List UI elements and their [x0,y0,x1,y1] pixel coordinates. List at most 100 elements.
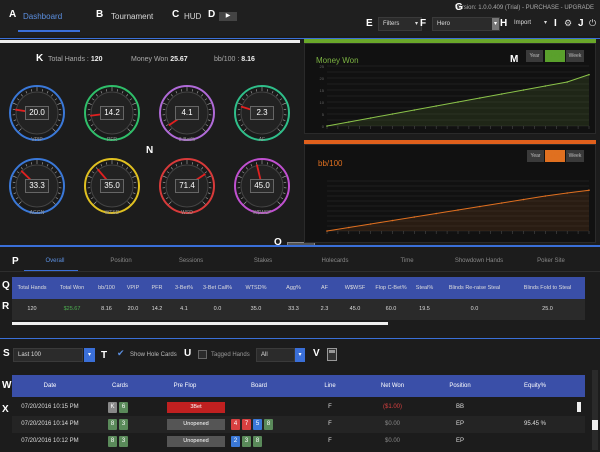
table-row[interactable] [12,433,585,450]
gauge-label: W$WSF [252,210,272,216]
chevron-down-icon[interactable]: ▾ [295,348,305,362]
page-scrollbar[interactable] [592,370,598,450]
player-label: Hero [437,21,451,27]
tab-overall[interactable]: Overall [24,258,86,264]
summary-col-header[interactable]: Blinds Fold to Steal [510,277,585,299]
hands-col-header[interactable]: Pre Flop [152,383,218,389]
gear-icon[interactable]: ⚙ [564,18,572,29]
hole-card: 8 [108,419,117,430]
date-cell: 07/20/2016 10:12 PM [21,438,79,444]
tagged-hands-checkbox[interactable] [198,350,207,359]
range-select[interactable]: Last 100 [13,348,83,362]
hands-col-header[interactable]: Line [300,383,360,389]
summary-col-header[interactable]: 3-Bet% [169,277,199,299]
preflop-action: Unopened [167,419,225,430]
y-tick-label: 25 [320,64,325,69]
hands-col-header[interactable]: Board [218,383,300,389]
marker-x: X [2,404,9,415]
filters-dropdown[interactable]: Filters ▾ [378,17,422,31]
y-tick-label: 10 [320,100,325,105]
summary-col-header[interactable]: Agg% [276,277,311,299]
tab-holecards[interactable]: Holecards [304,258,366,264]
summary-col-header[interactable]: PFR [145,277,169,299]
hands-col-header[interactable]: Equity% [495,383,575,389]
summary-col-header[interactable]: Blinds Re-raise Steal [439,277,510,299]
tab-poker-site[interactable]: Poker Site [520,258,582,264]
hole-card: 3 [119,419,128,430]
tab-dashboard[interactable]: Dashboard [23,12,62,21]
marker-p: P [12,256,19,267]
bb-week-button[interactable]: Week [566,150,584,162]
money-year-button[interactable]: Year [526,50,543,62]
hud-play-button[interactable]: ▶ [219,12,237,21]
marker-s: S [3,348,10,359]
board-card: 8 [264,419,273,430]
money-month-button[interactable]: Month [545,50,565,62]
total-hands-stat: Total Hands : 120 [48,56,103,63]
power-icon[interactable]: ⏻ [589,18,596,29]
data-point [457,101,459,103]
gauge-wtsd: 35.0 WTSD [83,157,141,216]
tab-sessions[interactable]: Sessions [160,258,222,264]
filters-label: Filters [383,21,400,27]
summary-col-header[interactable]: Total Won [52,277,92,299]
gauge-3bet: 4.1 3-Bet% [158,84,216,143]
gauge-label: WTSD [104,210,120,216]
summary-col-header[interactable]: Steal% [410,277,439,299]
tab-stakes[interactable]: Stakes [232,258,294,264]
tab-time[interactable]: Time [376,258,438,264]
board-card: 4 [231,419,240,430]
bb-month-button[interactable]: Month [545,150,565,162]
tab-hud[interactable]: HUD [184,12,201,21]
money-won-stat: Money Won 25.67 [131,56,188,63]
summary-col-header[interactable]: Flop C-Bet% [372,277,410,299]
net-won-cell: $0.00 [384,438,400,444]
summary-cell: 120 [27,306,37,312]
hands-col-header[interactable]: Position [425,383,495,389]
import-dropdown[interactable]: Import ▾ [510,17,550,31]
tab-showdown-hands[interactable]: Showdown Hands [448,258,510,264]
tab-position[interactable]: Position [90,258,152,264]
version-text[interactable]: Version: 1.0.0.409 (Trial) - PURCHASE - … [455,5,594,11]
marker-g: G [455,2,463,13]
data-point [413,109,416,111]
summary-col-header[interactable]: AF [311,277,338,299]
data-point [369,223,372,225]
hands-col-header[interactable]: Date [12,383,88,389]
summary-col-header[interactable]: VPIP [121,277,145,299]
board-card: 2 [231,436,240,447]
summary-col-header[interactable]: bb/100 [92,277,121,299]
tab-tournament[interactable]: Tournament [111,12,153,21]
summary-scrollbar[interactable] [12,322,388,325]
hands-col-header[interactable]: Cards [88,383,152,389]
marker-f: F [420,18,427,29]
data-point [369,117,372,119]
marker-a: A [9,9,17,20]
player-select[interactable]: Hero ▾ [432,17,500,31]
chevron-down-icon[interactable]: ▾ [84,348,95,362]
marker-u: U [184,348,192,359]
calculator-icon[interactable] [327,348,337,361]
hole-card: 6 [119,402,128,413]
table-row[interactable] [12,399,585,416]
bb-year-button[interactable]: Year [527,150,544,162]
data-point [500,202,503,204]
marker-d: D [208,9,216,20]
summary-cell: 25.0 [542,306,553,312]
tagged-select[interactable]: All [256,348,295,362]
data-point [479,97,481,99]
summary-col-header[interactable]: W$WSF [338,277,372,299]
summary-cell: $25.67 [63,306,81,312]
gauge-value: 33.3 [25,179,49,193]
line-cell: F [328,421,332,427]
hands-scrollbar[interactable] [577,402,581,412]
marker-m: M [510,54,519,65]
checkmark-icon[interactable]: ✔ [117,348,125,359]
hands-col-header[interactable]: Net Won [360,383,425,389]
summary-col-header[interactable]: Total Hands [12,277,52,299]
show-hole-cards-label[interactable]: Show Hole Cards [130,352,177,358]
horizontal-scrollbar[interactable] [0,40,300,43]
summary-col-header[interactable]: 3-Bet Call% [199,277,236,299]
money-week-button[interactable]: Week [566,50,584,62]
summary-col-header[interactable]: WTSD% [236,277,276,299]
